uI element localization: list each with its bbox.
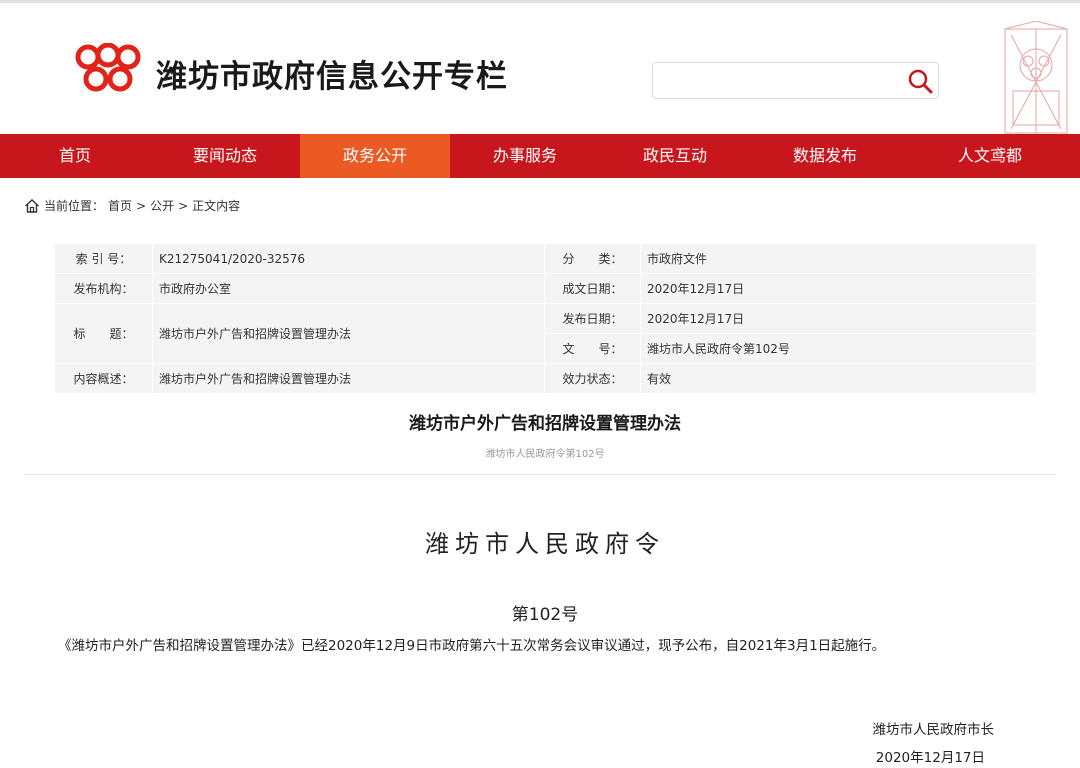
index-no-value: K21275041/2020-32576 [153,244,545,274]
table-row: 索 引 号： K21275041/2020-32576 分 类： 市政府文件 [55,244,1036,274]
index-no-label: 索 引 号： [55,244,153,274]
main-nav: 首页 要闻动态 政务公开 办事服务 政民互动 数据发布 人文鸢都 [0,134,1080,178]
table-row: 发布机构： 市政府办公室 成文日期： 2020年12月17日 [55,274,1036,304]
breadcrumb-current: 正文内容 [192,199,241,213]
table-row: 标 题： 潍坊市户外广告和招牌设置管理办法 发布日期： 2020年12月17日 [55,304,1036,364]
nav-item-culture[interactable]: 人文鸢都 [900,134,1080,178]
search-box[interactable] [652,62,939,99]
nav-item-data[interactable]: 数据发布 [750,134,900,178]
nav-item-interaction[interactable]: 政民互动 [600,134,750,178]
breadcrumb-separator: > [178,198,189,213]
site-title: 潍坊市政府信息公开专栏 [156,59,508,95]
created-date-value: 2020年12月17日 [641,274,1036,304]
nav-item-services[interactable]: 办事服务 [450,134,600,178]
category-label: 分 类： [545,244,641,274]
published-date-value: 2020年12月17日 [641,304,1036,334]
doc-no-label: 文 号： [545,334,641,364]
title-label: 标 题： [55,304,153,364]
document-subtitle: 潍坊市人民政府令第102号 [485,449,605,460]
nav-item-news[interactable]: 要闻动态 [150,134,300,178]
search-input[interactable] [663,70,897,94]
order-number: 第102号 [511,605,579,625]
nav-item-gov-affairs[interactable]: 政务公开 [300,134,450,178]
breadcrumb-public-link[interactable]: 公开 [150,197,174,214]
site-header: 潍坊市政府信息公开专栏 [0,3,1080,134]
body-paragraph: 《潍坊市户外广告和招牌设置管理办法》已经2020年12月9日市政府第六十五次常务… [58,638,886,654]
category-value: 市政府文件 [641,244,1036,274]
created-date-label: 成文日期： [545,274,641,304]
status-label: 效力状态： [545,364,641,394]
publisher-value: 市政府办公室 [153,274,545,304]
order-heading: 潍坊市人民政府令 [425,530,665,558]
document-title: 潍坊市户外广告和招牌设置管理办法 [409,414,681,434]
status-value: 有效 [641,364,1036,394]
divider [24,474,1056,475]
document-metadata-table: 索 引 号： K21275041/2020-32576 分 类： 市政府文件 发… [55,244,1036,394]
title-value: 潍坊市户外广告和招牌设置管理办法 [153,304,545,364]
summary-label: 内容概述： [55,364,153,394]
decorative-kite-icon [1004,21,1068,134]
government-logo-icon[interactable] [74,43,142,95]
publisher-label: 发布机构： [55,274,153,304]
table-row: 内容概述： 潍坊市户外广告和招牌设置管理办法 效力状态： 有效 [55,364,1036,394]
nav-item-home[interactable]: 首页 [0,134,150,178]
signer: 潍坊市人民政府市长 [872,722,995,738]
breadcrumb-prefix: 当前位置： [44,199,105,213]
search-icon[interactable] [906,67,934,95]
breadcrumb-home-link[interactable]: 首页 [108,197,132,214]
doc-no-value: 潍坊市人民政府令第102号 [641,334,1036,364]
published-date-label: 发布日期： [545,304,641,334]
sign-date: 2020年12月17日 [875,750,985,766]
home-icon [25,198,39,213]
breadcrumb-separator: > [136,198,147,213]
breadcrumb: 当前位置： 首页 > 公开 > 正文内容 [24,197,244,214]
summary-value: 潍坊市户外广告和招牌设置管理办法 [153,364,545,394]
